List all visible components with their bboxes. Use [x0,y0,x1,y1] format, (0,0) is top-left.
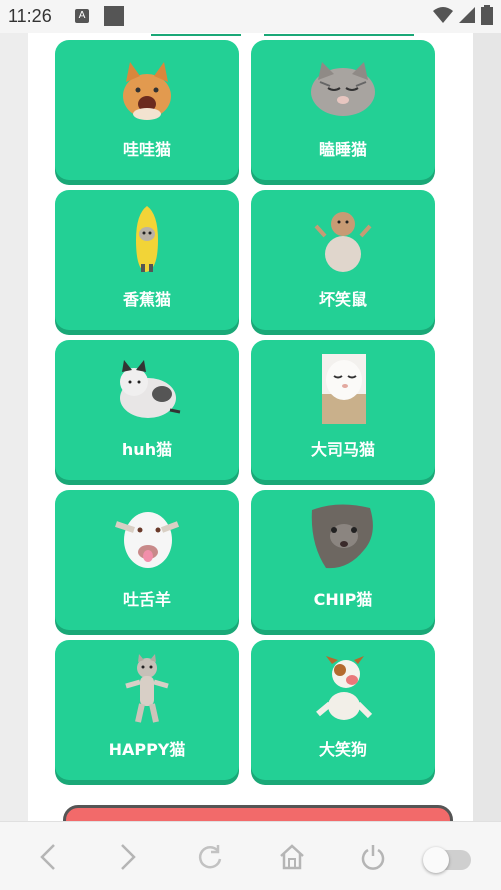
toggle-knob [423,847,449,873]
card-label: 哇哇猫 [122,140,171,159]
goat-icon [112,504,182,574]
reload-button[interactable] [195,842,225,872]
sleepy-cat-icon [308,54,378,124]
card-label: 坏笑鼠 [318,290,367,309]
card-label: CHIP猫 [313,590,373,609]
reload-icon [198,845,222,869]
left-margin [0,33,28,821]
page-content[interactable]: 哇哇猫 瞌睡猫 香蕉猫 坏笑鼠 huh猫 大司马猫 吐舌羊 CHIP猫 HAPP… [28,33,473,821]
power-icon [361,845,385,870]
home-icon [280,844,304,870]
card-smirk-rat[interactable]: 坏笑鼠 [251,190,435,330]
card-label: 吐舌羊 [122,590,171,609]
card-dasima-cat[interactable]: 大司马猫 [251,340,435,480]
card-label: HAPPY猫 [108,740,186,759]
a-badge-icon: A [75,9,89,23]
previous-row-edge [264,33,414,36]
banana-cat-icon [112,204,182,274]
back-button[interactable] [33,842,63,872]
chevron-right-icon [121,844,136,870]
right-margin [471,33,501,821]
red-action-button[interactable] [63,805,453,821]
dog-icon [308,654,378,724]
wifi-icon [433,7,453,23]
card-banana-cat[interactable]: 香蕉猫 [55,190,239,330]
sound-button-grid: 哇哇猫 瞌睡猫 香蕉猫 坏笑鼠 huh猫 大司马猫 吐舌羊 CHIP猫 HAPP… [55,40,435,780]
card-laughing-dog[interactable]: 大笑狗 [251,640,435,780]
card-label: 大笑狗 [318,740,367,759]
chevron-left-icon [40,844,55,870]
status-icons [433,5,493,25]
home-button[interactable] [277,842,307,872]
card-sleepy-cat[interactable]: 瞌睡猫 [251,40,435,180]
notification-square-icon [104,6,124,26]
huh-cat-icon [112,354,182,424]
white-cat-icon [308,354,378,424]
status-time: 11:26 [8,6,52,26]
battery-icon [481,5,493,25]
card-label: 瞌睡猫 [318,140,367,159]
card-label: 香蕉猫 [122,290,171,309]
card-wawa-cat[interactable]: 哇哇猫 [55,40,239,180]
orange-cat-icon [112,54,182,124]
chip-cat-icon [308,504,378,574]
card-happy-cat[interactable]: HAPPY猫 [55,640,239,780]
forward-button[interactable] [113,842,143,872]
card-label: huh猫 [121,440,173,459]
browser-nav-bar [0,821,501,890]
happy-cat-icon [112,654,182,724]
capybara-icon [308,204,378,274]
previous-row-edge [151,33,241,36]
card-huh-cat[interactable]: huh猫 [55,340,239,480]
status-bar: 11:26 A [0,0,501,33]
card-chip-cat[interactable]: CHIP猫 [251,490,435,630]
signal-icon [459,7,475,23]
toggle-switch[interactable] [423,847,471,873]
card-label: 大司马猫 [310,440,375,459]
power-button[interactable] [358,842,388,872]
card-tongue-goat[interactable]: 吐舌羊 [55,490,239,630]
